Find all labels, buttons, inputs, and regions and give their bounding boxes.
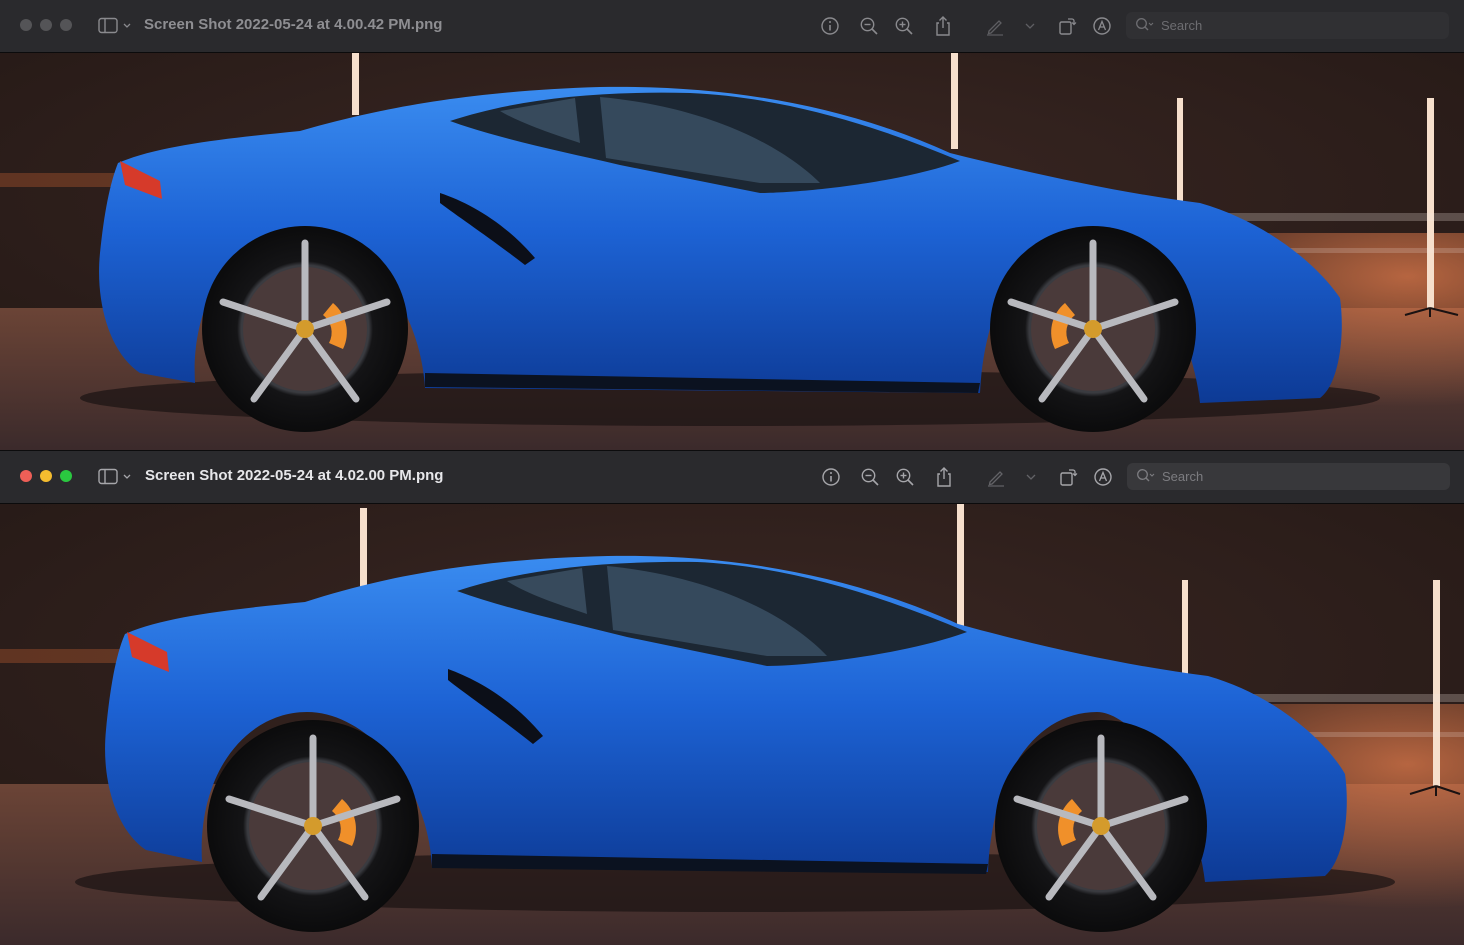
car-photo [0,504,1464,945]
markup-button[interactable] [985,466,1007,488]
zoom-in-icon [896,468,914,486]
rotate-icon [1059,18,1077,35]
front-wheel [995,720,1207,932]
sidebar-toggle-icon [98,468,131,485]
markup-menu-button[interactable] [1020,466,1042,488]
zoom-out-icon [861,468,879,486]
car-photo [0,53,1464,450]
markup-button[interactable] [984,15,1006,37]
window-title: Screen Shot 2022-05-24 at 4.00.42 PM.png [144,16,443,33]
rotate-button[interactable] [1057,466,1079,488]
info-icon [821,17,839,35]
search-placeholder: Search [1162,469,1204,484]
front-wheel [990,226,1196,432]
chevron-down-icon [1025,23,1035,29]
zoom-button[interactable] [60,19,72,31]
markup-pen-icon [987,20,1003,36]
chevron-down-icon [1026,474,1036,480]
car-image [0,53,1464,450]
minimize-button[interactable] [40,19,52,31]
close-button[interactable] [20,470,32,482]
car-image [0,504,1464,945]
sidebar-toggle-icon [98,17,131,34]
annotate-icon [1094,468,1112,486]
markup-pen-icon [988,471,1004,487]
zoom-button[interactable] [60,470,72,482]
share-icon [937,467,951,487]
preview-window-1: Screen Shot 2022-05-24 at 4.00.42 PM.png… [0,0,1464,450]
search-icon [1137,469,1155,482]
annotate-button[interactable] [1091,15,1113,37]
minimize-button[interactable] [40,470,52,482]
info-button[interactable] [820,466,842,488]
markup-menu-button[interactable] [1019,15,1041,37]
info-button[interactable] [819,15,841,37]
window-titlebar: Screen Shot 2022-05-24 at 4.02.00 PM.png… [0,451,1464,504]
share-icon [936,16,950,36]
zoom-out-button[interactable] [859,466,881,488]
share-button[interactable] [932,15,954,37]
annotate-button[interactable] [1092,466,1114,488]
rear-wheel [207,720,419,932]
rear-wheel [202,226,408,432]
search-icon [1136,18,1154,31]
search-field[interactable]: Search [1126,12,1449,39]
zoom-in-button[interactable] [893,15,915,37]
rotate-icon [1060,469,1078,486]
close-button[interactable] [20,19,32,31]
zoom-in-button[interactable] [894,466,916,488]
search-placeholder: Search [1161,18,1203,33]
sidebar-toggle-button[interactable] [98,468,132,486]
preview-window-2: Screen Shot 2022-05-24 at 4.02.00 PM.png… [0,450,1464,945]
zoom-out-button[interactable] [858,15,880,37]
window-titlebar: Screen Shot 2022-05-24 at 4.00.42 PM.png… [0,0,1464,53]
sidebar-toggle-button[interactable] [98,17,132,35]
annotate-icon [1093,17,1111,35]
traffic-lights [20,470,72,482]
share-button[interactable] [933,466,955,488]
window-title: Screen Shot 2022-05-24 at 4.02.00 PM.png [145,467,444,484]
traffic-lights [20,19,72,31]
rotate-button[interactable] [1056,15,1078,37]
zoom-in-icon [895,17,913,35]
search-field[interactable]: Search [1127,463,1450,490]
info-icon [822,468,840,486]
zoom-out-icon [860,17,878,35]
